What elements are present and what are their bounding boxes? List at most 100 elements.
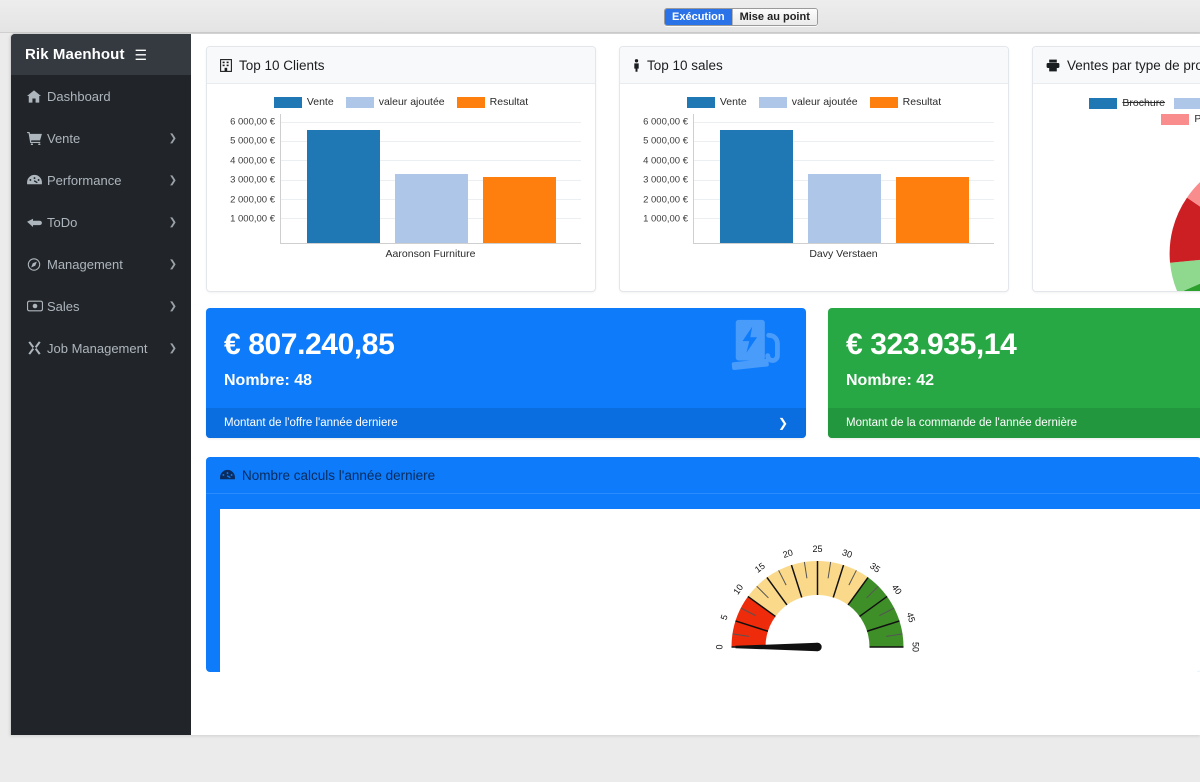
- bar-group: [281, 114, 581, 243]
- legend-item-vente[interactable]: Vente: [274, 96, 334, 108]
- chart-legend[interactable]: Vente valeur ajoutée Resultat: [217, 96, 585, 108]
- legend-item-valeur-ajoutee[interactable]: valeur ajoutée: [759, 96, 858, 108]
- stat-card-commande[interactable]: € 323.935,14 Nombre: 42 Montant de la co…: [828, 308, 1200, 438]
- chevron-right-icon: ❯: [169, 301, 177, 312]
- svg-text:30: 30: [841, 547, 854, 560]
- sidebar-item-label: Dashboard: [47, 89, 177, 104]
- y-tick-label: 3 000,00 €: [230, 175, 275, 186]
- plot-area: [280, 114, 581, 244]
- sidebar-item-label: Performance: [47, 173, 169, 188]
- doughnut-chart[interactable]: [1161, 146, 1200, 292]
- svg-text:5: 5: [719, 613, 730, 621]
- legend-swatch: [759, 97, 787, 108]
- panel-header: Nombre calculs l'année derniere: [206, 457, 1200, 494]
- legend-label: valeur ajoutée: [379, 96, 445, 108]
- pie-legend[interactable]: Brochure Affiches Livres: [1073, 97, 1200, 125]
- person-icon: [633, 59, 640, 72]
- legend-label: valeur ajoutée: [792, 96, 858, 108]
- sidebar-item-dashboard[interactable]: Dashboard: [11, 75, 191, 117]
- bar-chart-plot: 6 000,00 € 5 000,00 € 4 000,00 € 3 000,0…: [630, 114, 998, 266]
- card-title: Ventes par type de produit: [1067, 58, 1200, 73]
- y-tick-label: 4 000,00 €: [643, 155, 688, 166]
- sidebar-item-performance[interactable]: Performance ❯: [11, 159, 191, 201]
- stat-count: Nombre: 42: [846, 372, 1200, 390]
- pie-slice[interactable]: [1170, 198, 1200, 263]
- svg-text:35: 35: [868, 561, 882, 575]
- sidebar-item-todo[interactable]: ToDo ❯: [11, 201, 191, 243]
- bar-vente[interactable]: [720, 130, 793, 243]
- stat-card-footer[interactable]: Montant de la commande de l'année derniè…: [828, 408, 1200, 438]
- panel-body: 0 5 10 15 20 25 30 35 40 45: [220, 509, 1200, 672]
- sidebar: Rik Maenhout ☰ Dashboard Vente ❯: [11, 34, 191, 735]
- chart-card-row: Top 10 Clients Vente valeur ajoutée: [206, 46, 1200, 296]
- legend-item-vente[interactable]: Vente: [687, 96, 747, 108]
- app-window: Rik Maenhout ☰ Dashboard Vente ❯: [10, 33, 1200, 735]
- legend-swatch: [457, 97, 485, 108]
- chevron-right-icon: ❯: [169, 175, 177, 186]
- bar-resultat[interactable]: [896, 177, 969, 243]
- stat-footer-label: Montant de l'offre l'année derniere: [224, 417, 398, 429]
- segment-debug[interactable]: Mise au point: [732, 9, 817, 25]
- tools-icon: [27, 341, 47, 355]
- sidebar-item-job-management[interactable]: Job Management ❯: [11, 327, 191, 369]
- y-axis: 6 000,00 € 5 000,00 € 4 000,00 € 3 000,0…: [217, 114, 279, 244]
- chevron-right-icon: ❯: [169, 343, 177, 354]
- sidebar-item-label: Sales: [47, 299, 169, 314]
- money-icon: [27, 300, 47, 312]
- y-axis: 6 000,00 € 5 000,00 € 4 000,00 € 3 000,0…: [630, 114, 692, 244]
- print-icon: [1046, 59, 1060, 72]
- y-tick-label: 4 000,00 €: [230, 155, 275, 166]
- legend-label: Vente: [307, 96, 334, 108]
- bar-vente[interactable]: [307, 130, 380, 243]
- run-mode-segmented-control[interactable]: Exécution Mise au point: [664, 8, 818, 26]
- legend-item-panneaux[interactable]: Panneaux: [1161, 113, 1200, 125]
- stat-value: € 323.935,14: [846, 330, 1200, 360]
- gauge-chart[interactable]: 0 5 10 15 20 25 30 35 40 45: [710, 534, 925, 664]
- stat-card-row: € 807.240,85 Nombre: 48 Montan: [206, 308, 1200, 443]
- x-axis-category-label: Aaronson Furniture: [280, 248, 581, 260]
- sidebar-item-label: Job Management: [47, 341, 169, 356]
- legend-item-resultat[interactable]: Resultat: [870, 96, 942, 108]
- y-tick-label: 5 000,00 €: [230, 136, 275, 147]
- y-tick-label: 5 000,00 €: [643, 136, 688, 147]
- stat-card-body: € 807.240,85 Nombre: 48: [206, 308, 806, 408]
- y-tick-label: 2 000,00 €: [643, 194, 688, 205]
- legend-item-resultat[interactable]: Resultat: [457, 96, 529, 108]
- bar-group: [694, 114, 994, 243]
- sidebar-item-vente[interactable]: Vente ❯: [11, 117, 191, 159]
- legend-item-affiches[interactable]: Affiches: [1174, 97, 1200, 109]
- svg-text:50: 50: [911, 642, 921, 652]
- chevron-right-icon[interactable]: ❯: [778, 416, 788, 430]
- bar-valeur-ajoutee[interactable]: [808, 174, 881, 243]
- card-ventes-par-type-de-produit: Ventes par type de produit Brochure Affi…: [1032, 46, 1200, 292]
- legend-item-valeur-ajoutee[interactable]: valeur ajoutée: [346, 96, 445, 108]
- y-tick-label: 2 000,00 €: [230, 194, 275, 205]
- hamburger-menu-icon[interactable]: ☰: [135, 48, 148, 62]
- stat-card-offre[interactable]: € 807.240,85 Nombre: 48 Montan: [206, 308, 806, 438]
- svg-text:45: 45: [905, 611, 918, 624]
- y-tick-label: 1 000,00 €: [230, 213, 275, 224]
- legend-label: Vente: [720, 96, 747, 108]
- os-toolbar: Exécution Mise au point: [0, 0, 1200, 33]
- chart-legend[interactable]: Vente valeur ajoutée Resultat: [630, 96, 998, 108]
- sidebar-item-sales[interactable]: Sales ❯: [11, 285, 191, 327]
- stat-card-footer[interactable]: Montant de l'offre l'année derniere ❯: [206, 408, 806, 438]
- card-header: Top 10 sales: [620, 47, 1008, 84]
- legend-label: Panneaux: [1194, 113, 1200, 125]
- svg-text:10: 10: [731, 582, 745, 596]
- segment-execution[interactable]: Exécution: [665, 9, 732, 25]
- legend-swatch: [687, 97, 715, 108]
- sidebar-item-management[interactable]: Management ❯: [11, 243, 191, 285]
- legend-swatch: [1161, 114, 1189, 125]
- legend-swatch: [346, 97, 374, 108]
- chevron-right-icon: ❯: [169, 217, 177, 228]
- stat-value: € 807.240,85: [224, 330, 788, 360]
- card-title: Top 10 sales: [647, 58, 723, 73]
- bar-resultat[interactable]: [483, 177, 556, 243]
- legend-item-brochure[interactable]: Brochure: [1089, 97, 1165, 109]
- x-axis-category-label: Davy Verstaen: [693, 248, 994, 260]
- home-icon: [27, 90, 47, 103]
- hand-point-icon: [27, 216, 47, 229]
- bar-valeur-ajoutee[interactable]: [395, 174, 468, 243]
- stat-footer-label: Montant de la commande de l'année derniè…: [846, 417, 1077, 429]
